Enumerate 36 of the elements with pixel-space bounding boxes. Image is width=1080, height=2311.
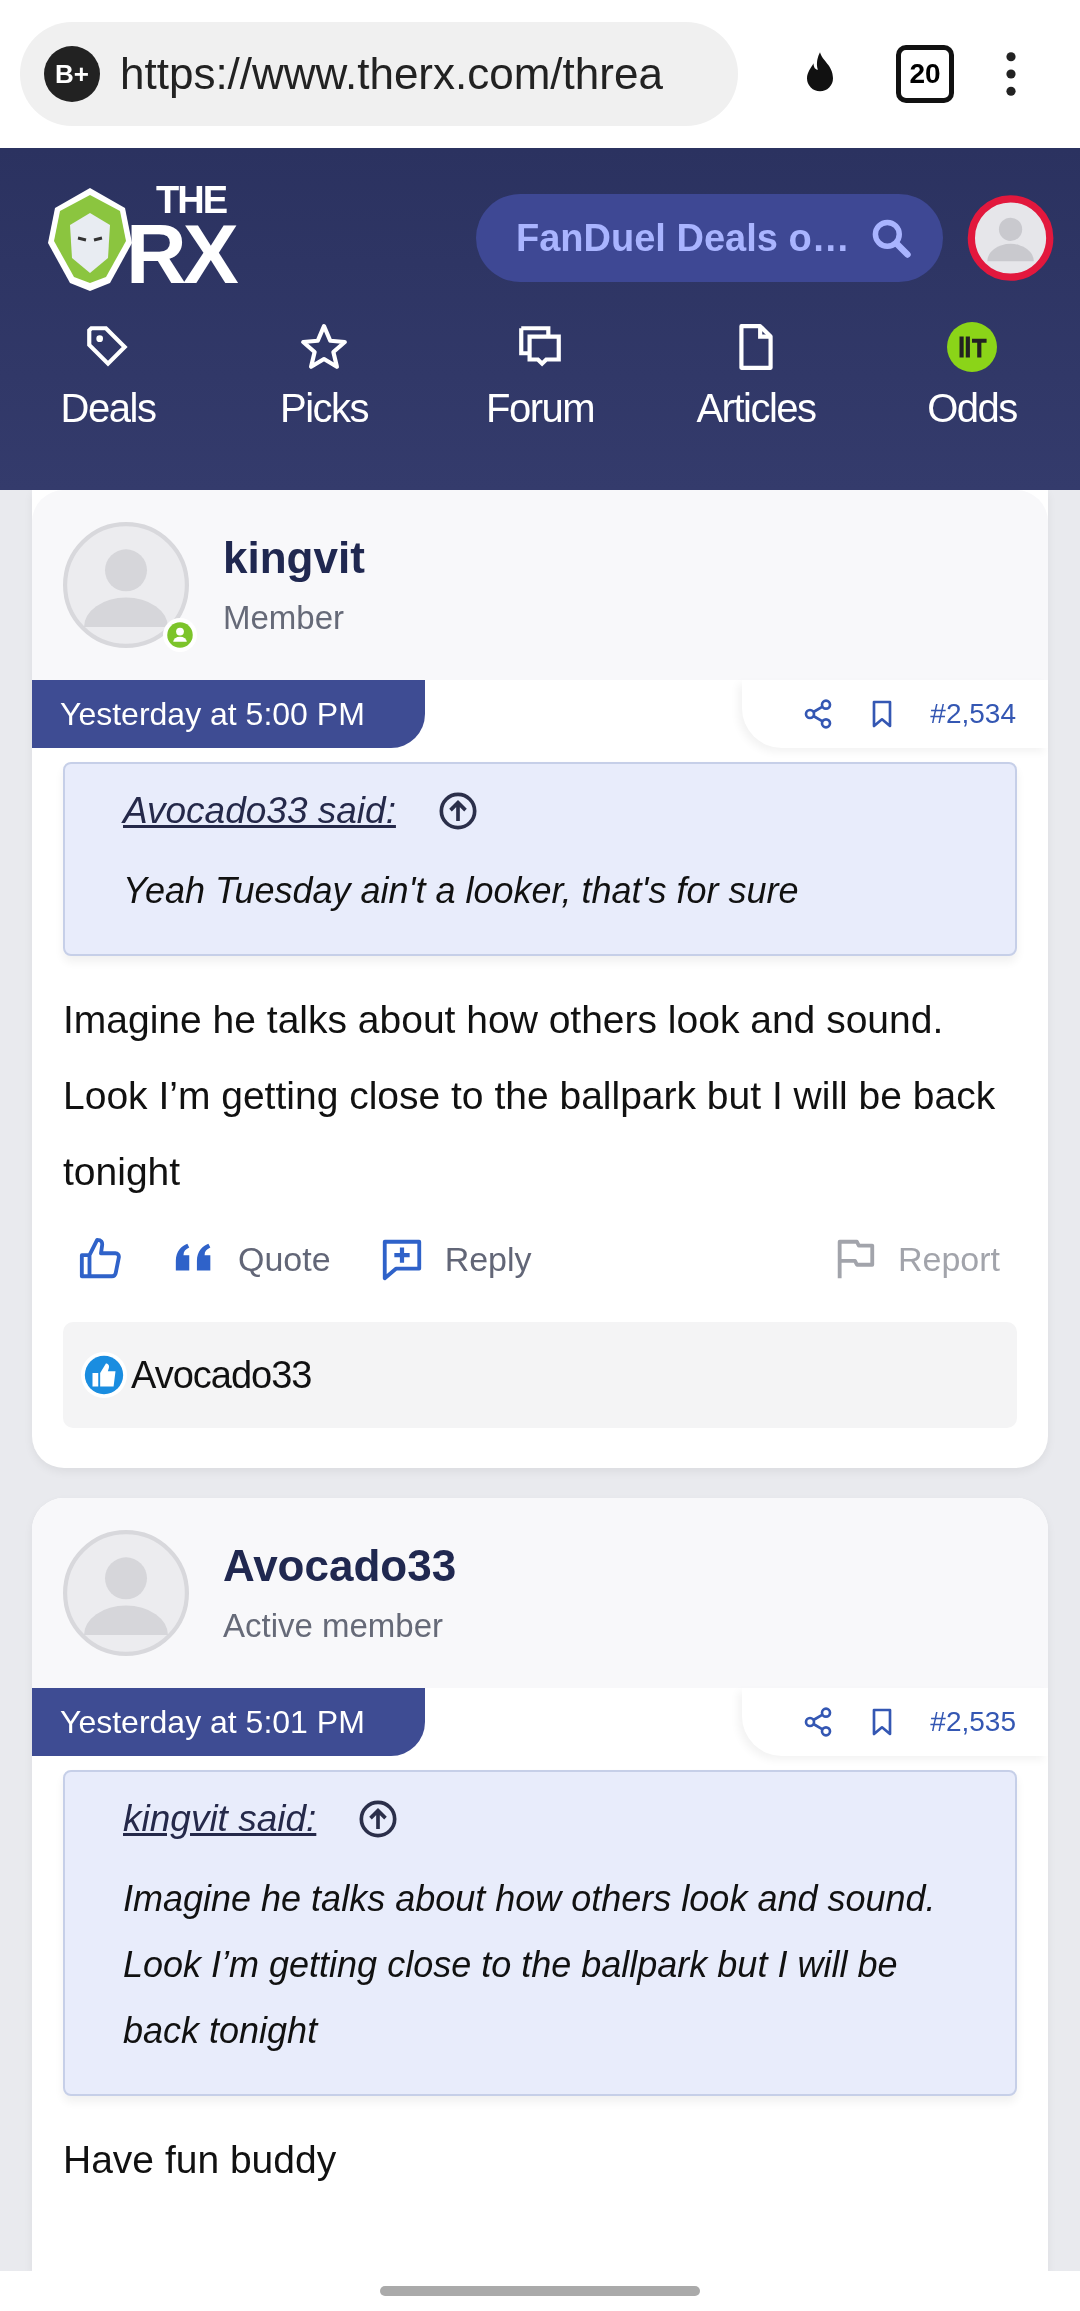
menu-icon[interactable] [1006, 51, 1016, 97]
nav-tab[interactable]: Picks [234, 322, 414, 431]
nav-tab[interactable]: Deals [18, 322, 198, 431]
arrow-up-circle-icon[interactable] [437, 791, 478, 831]
user-avatar[interactable] [966, 193, 1054, 283]
reactions-bar[interactable]: Avocado33 [63, 1322, 1017, 1428]
quote-text: Yeah Tuesday ain't a looker, that's for sure [123, 869, 800, 913]
url-text: https://www.therx.com/threa [120, 49, 663, 99]
quote-button[interactable]: Quote [172, 1236, 331, 1282]
like-reaction-icon [81, 1352, 127, 1398]
odds-icon [947, 322, 997, 372]
quote-text: Imagine he talks about how others look and sound. Look I’m getting close to the ballpark but I will be back tonight [123, 1877, 937, 2053]
post-number-link[interactable]: #2,535 [930, 1706, 1016, 1738]
user-role: Active member [223, 1607, 445, 1645]
quote-attribution-link[interactable]: Avocado33 said: [123, 790, 396, 832]
post-text: Imagine he talks about how others look and sound. Look I’m getting close to the ballpark but I will be back tonight [63, 997, 997, 1195]
nav-tab[interactable]: Forum [450, 322, 630, 431]
star-icon [299, 322, 349, 372]
post-text: Have fun buddy [63, 2137, 338, 2183]
post-number-link[interactable]: #2,534 [930, 698, 1016, 730]
search-field[interactable]: FanDuel Deals o… [476, 194, 943, 282]
post-date[interactable]: Yesterday at 5:00 PM [32, 680, 425, 748]
nav-tab[interactable]: Articles [666, 322, 846, 431]
site-badge: B+ [44, 46, 100, 102]
arrow-up-circle-icon[interactable] [358, 1799, 399, 1839]
quote-attribution-link[interactable]: kingvit said: [123, 1798, 317, 1840]
address-bar[interactable]: B+ https://www.therx.com/threa [20, 22, 738, 126]
author-name[interactable]: kingvit [223, 533, 365, 583]
author-name[interactable]: Avocado33 [223, 1541, 457, 1591]
user-role: Member [223, 599, 346, 637]
site-logo[interactable]: THE RX [40, 173, 282, 303]
reaction-user[interactable]: Avocado33 [131, 1353, 312, 1397]
tab-count-button[interactable]: 20 [896, 45, 954, 103]
reply-button[interactable]: Reply [378, 1236, 532, 1282]
nav-tab[interactable]: Odds [882, 322, 1062, 431]
post-date[interactable]: Yesterday at 5:01 PM [32, 1688, 425, 1756]
